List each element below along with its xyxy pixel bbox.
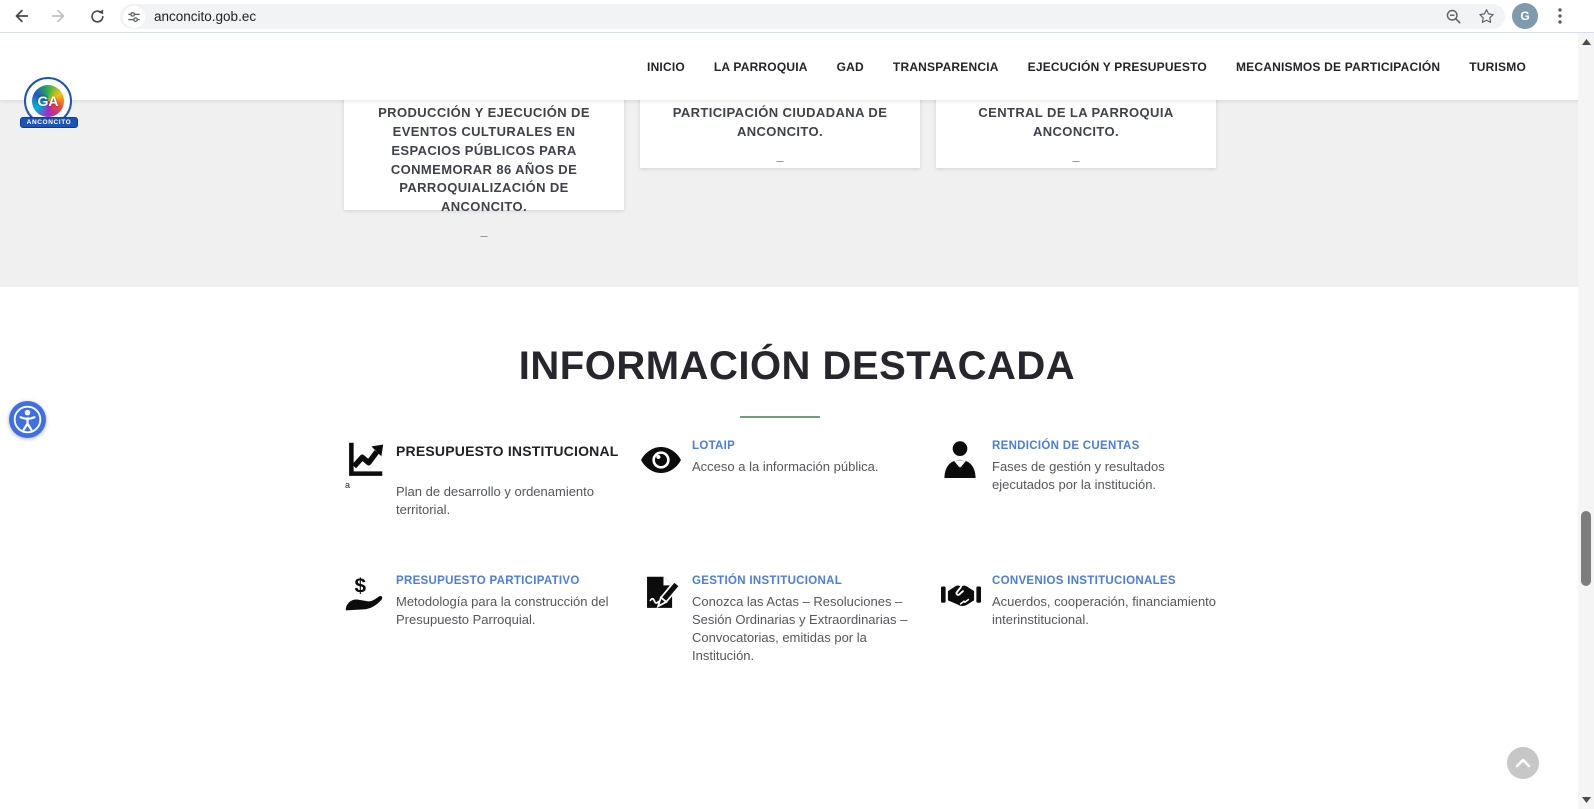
feature-description: Acceso a la información pública.	[692, 458, 930, 476]
nav-item-gad[interactable]: GAD	[837, 60, 864, 74]
page: anconcito.gob.ec G	[0, 0, 1594, 809]
url-bar[interactable]: anconcito.gob.ec	[120, 4, 1505, 29]
nav-item-turismo[interactable]: TURISMO	[1469, 60, 1526, 74]
icon-caption: a	[345, 481, 389, 490]
feature-title[interactable]: RENDICIÓN DE CUENTAS	[992, 440, 1230, 452]
browser-menu-button[interactable]	[1548, 4, 1572, 28]
zoom-out-icon[interactable]	[1445, 8, 1462, 25]
back-button[interactable]	[8, 3, 34, 29]
feature-title[interactable]: CONVENIOS INSTITUCIONALES	[992, 575, 1230, 587]
news-card-meta: –	[655, 153, 905, 168]
news-card-meta: –	[359, 228, 609, 243]
site-settings-chip[interactable]	[123, 6, 145, 28]
profile-avatar[interactable]: G	[1512, 3, 1538, 29]
accessibility-widget-button[interactable]	[9, 401, 46, 438]
feature-rendicion-de-cuentas[interactable]: RENDICIÓN DE CUENTAS Fases de gestión y …	[941, 440, 1230, 494]
logo-banner-text: ANCONCITO	[20, 117, 78, 128]
browser-toolbar: anconcito.gob.ec G	[0, 0, 1594, 33]
nav-item-inicio[interactable]: INICIO	[647, 60, 685, 74]
logo-monogram: GA	[38, 93, 59, 109]
feature-description: Metodología para la construcción del Pre…	[396, 593, 634, 629]
nav-item-transparencia[interactable]: TRANSPARENCIA	[893, 60, 999, 74]
accessibility-icon	[11, 403, 44, 436]
hand-dollar-icon: $	[345, 575, 385, 615]
forward-button[interactable]	[46, 3, 72, 29]
feature-presupuesto-participativo[interactable]: $ PRESUPUESTO PARTICIPATIVO Metodología …	[345, 575, 634, 629]
line-chart-icon	[345, 440, 385, 480]
feature-description: Conozca las Actas – Resoluciones – Sesió…	[692, 593, 930, 665]
news-card-title: PRODUCCIÓN Y EJECUCIÓN DE EVENTOS CULTUR…	[359, 104, 609, 217]
reload-icon	[89, 8, 106, 25]
businessman-icon	[941, 440, 981, 480]
site-header: GA ANCONCITO INICIO LA PARROQUIA GAD TRA…	[0, 33, 1594, 100]
bookmark-star-icon[interactable]	[1478, 8, 1495, 25]
svg-text:$: $	[355, 575, 367, 597]
eye-icon	[641, 447, 681, 487]
feature-description: Fases de gestión y resultados ejecutados…	[992, 458, 1230, 494]
scroll-to-top-button[interactable]	[1507, 747, 1539, 779]
feature-title[interactable]: PRESUPUESTO PARTICIPATIVO	[396, 575, 634, 587]
section-heading: INFORMACIÓN DESTACADA	[0, 344, 1594, 389]
heading-divider	[740, 416, 820, 418]
reload-button[interactable]	[84, 3, 110, 29]
news-card-title: PARTICIPACIÓN CIUDADANA DE ANCONCITO.	[655, 104, 905, 142]
news-card-meta: –	[951, 153, 1201, 168]
nav-item-mecanismos-de-participacion[interactable]: MECANISMOS DE PARTICIPACIÓN	[1236, 60, 1440, 74]
scrollbar-thumb[interactable]	[1581, 511, 1591, 586]
scrollbar-up-arrow[interactable]	[1578, 35, 1594, 49]
feature-description: Plan de desarrollo y ordenamiento territ…	[396, 483, 634, 519]
logo-emblem: GA	[32, 85, 64, 117]
news-card-title: CENTRAL DE LA PARROQUIA ANCONCITO.	[951, 104, 1201, 142]
feature-title[interactable]: LOTAIP	[692, 440, 930, 452]
nav-item-la-parroquia[interactable]: LA PARROQUIA	[714, 60, 808, 74]
back-arrow-icon	[12, 7, 30, 25]
nav-item-ejecucion-y-presupuesto[interactable]: EJECUCIÓN Y PRESUPUESTO	[1028, 60, 1207, 74]
forward-arrow-icon	[50, 7, 68, 25]
feature-title[interactable]: PRESUPUESTO INSTITUCIONAL	[396, 443, 634, 459]
feature-title[interactable]: GESTIÓN INSTITUCIONAL	[692, 575, 930, 587]
feature-presupuesto-institucional[interactable]: a PRESUPUESTO INSTITUCIONAL Plan de desa…	[345, 440, 634, 519]
document-pen-icon	[641, 575, 681, 615]
chevron-up-icon	[1515, 758, 1531, 768]
handshake-icon	[941, 581, 981, 621]
feature-convenios-institucionales[interactable]: CONVENIOS INSTITUCIONALES Acuerdos, coop…	[941, 575, 1230, 629]
kebab-icon	[1558, 8, 1562, 24]
site-logo[interactable]: GA ANCONCITO	[24, 77, 74, 127]
feature-description: Acuerdos, cooperación, financiamiento in…	[992, 593, 1230, 629]
tune-icon	[127, 10, 141, 24]
feature-gestion-institucional[interactable]: GESTIÓN INSTITUCIONAL Conozca las Actas …	[641, 575, 930, 665]
page-scrollbar[interactable]	[1578, 33, 1594, 809]
url-text: anconcito.gob.ec	[154, 9, 256, 24]
main-nav: INICIO LA PARROQUIA GAD TRANSPARENCIA EJ…	[647, 33, 1526, 100]
scrollbar-down-arrow[interactable]	[1578, 793, 1594, 807]
feature-lotaip[interactable]: LOTAIP Acceso a la información pública.	[641, 440, 930, 487]
